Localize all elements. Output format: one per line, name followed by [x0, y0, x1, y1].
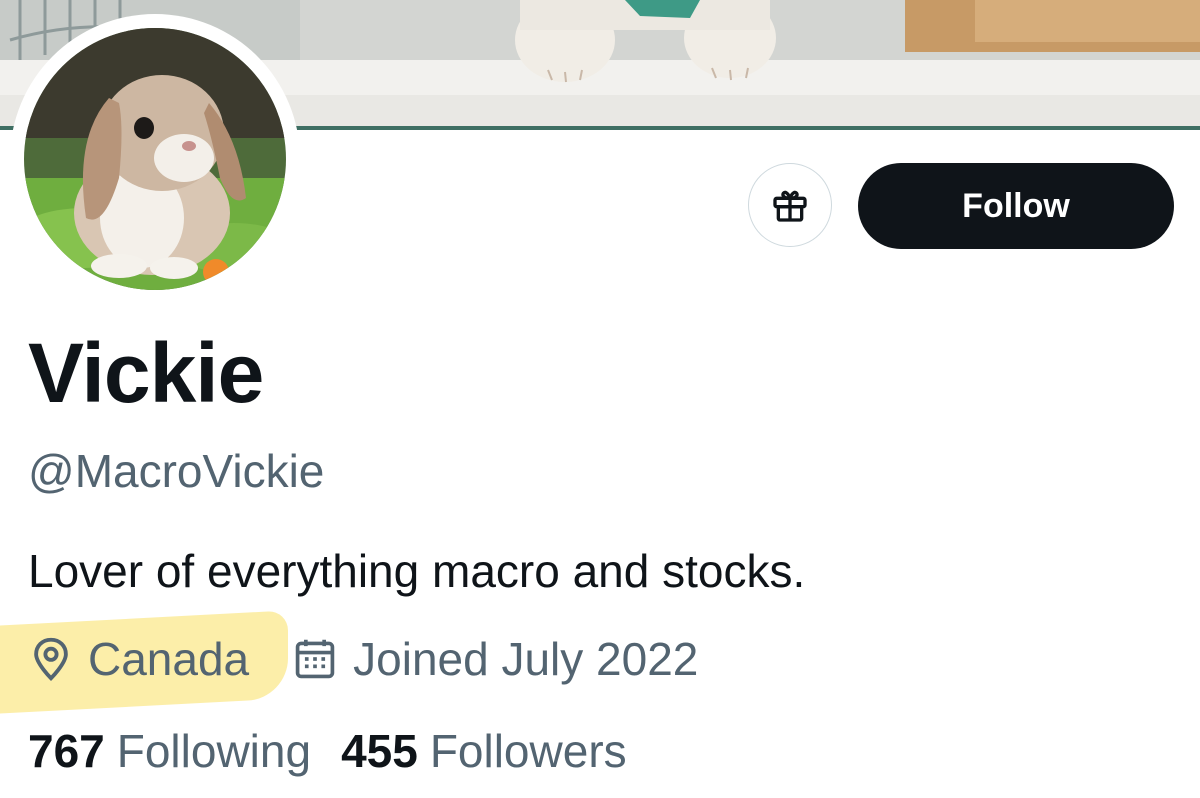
- display-name: Vickie: [28, 326, 264, 420]
- joined-text: Joined July 2022: [353, 633, 699, 685]
- follow-button[interactable]: Follow: [858, 163, 1174, 249]
- location-pin-icon: [34, 637, 68, 681]
- followers-link[interactable]: 455 Followers: [341, 724, 627, 779]
- following-label: Following: [116, 725, 312, 777]
- join-date: Joined July 2022: [293, 632, 698, 686]
- user-handle: @MacroVickie: [28, 445, 325, 497]
- gift-button[interactable]: [748, 163, 832, 247]
- avatar[interactable]: [10, 14, 300, 304]
- location: Canada: [30, 632, 249, 686]
- profile-meta: Canada Joined July 2022: [30, 626, 742, 692]
- followers-count: 455: [341, 725, 418, 777]
- followers-label: Followers: [429, 725, 627, 777]
- profile-stats: 767 Following 455 Followers: [28, 724, 657, 779]
- following-count: 767: [28, 725, 105, 777]
- avatar-rabbit-photo: [24, 28, 286, 290]
- bio: Lover of everything macro and stocks.: [28, 545, 806, 597]
- following-link[interactable]: 767 Following: [28, 724, 311, 779]
- gift-icon: [773, 190, 807, 222]
- follow-button-label: Follow: [962, 186, 1070, 225]
- location-text: Canada: [88, 633, 250, 685]
- calendar-icon: [295, 639, 335, 679]
